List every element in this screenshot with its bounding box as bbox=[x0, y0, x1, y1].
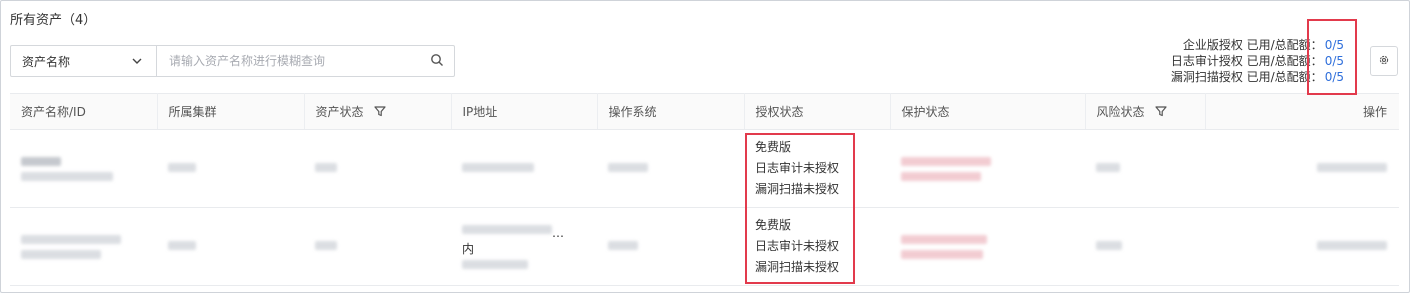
cell-os bbox=[597, 207, 744, 286]
cell-cluster bbox=[157, 207, 304, 286]
redacted-text bbox=[901, 234, 987, 244]
search-button[interactable] bbox=[420, 46, 454, 76]
gear-icon bbox=[1378, 54, 1390, 69]
column-header-cluster: 所属集群 bbox=[157, 93, 305, 130]
license-label: 企业版授权 已用/总配额： bbox=[1182, 38, 1323, 52]
column-header-ip: IP地址 bbox=[451, 93, 598, 130]
cell-asset-status bbox=[304, 207, 451, 286]
license-quota-block: 企业版授权 已用/总配额： 0/5 日志审计授权 已用/总配额： 0/5 漏洞扫描授… bbox=[1171, 37, 1344, 85]
chevron-down-icon bbox=[130, 54, 144, 68]
auth-status-line: 免费版 bbox=[755, 218, 792, 232]
column-settings-button[interactable] bbox=[1370, 46, 1398, 76]
license-label: 漏洞扫描授权 已用/总配额： bbox=[1170, 70, 1323, 84]
cell-cluster bbox=[157, 129, 304, 208]
column-header-asset-name: 资产名称/ID bbox=[10, 93, 158, 130]
redacted-text bbox=[608, 162, 648, 172]
redacted-text bbox=[1096, 162, 1120, 172]
column-header-actions: 操作 bbox=[1205, 93, 1399, 130]
filter-icon[interactable] bbox=[1154, 104, 1168, 118]
license-row-vuln-scan: 漏洞扫描授权 已用/总配额： 0/5 bbox=[1171, 69, 1344, 85]
search-icon bbox=[430, 53, 444, 70]
cell-protection-status bbox=[890, 129, 1085, 208]
auth-status-line: 日志审计未授权 bbox=[755, 161, 840, 175]
column-header-risk-status: 风险状态 bbox=[1085, 93, 1206, 130]
cell-protection-status bbox=[890, 207, 1085, 286]
cell-actions[interactable] bbox=[1205, 207, 1399, 286]
column-header-label: 资产状态 bbox=[315, 105, 364, 119]
ip-partial-text: 内 bbox=[462, 241, 475, 256]
redacted-text bbox=[462, 224, 552, 234]
cell-ip: … 内 bbox=[451, 207, 597, 286]
table-row: 免费版 日志审计未授权 漏洞扫描未授权 bbox=[10, 129, 1399, 208]
redacted-text bbox=[1317, 240, 1387, 250]
redacted-text bbox=[901, 249, 983, 259]
column-header-label: 风险状态 bbox=[1096, 105, 1145, 119]
table-row: … 内 免费版 日志审计未授权 漏洞扫描未授权 bbox=[10, 207, 1399, 286]
redacted-text bbox=[168, 162, 196, 172]
column-header-os: 操作系统 bbox=[597, 93, 745, 130]
ip-partial-text: … bbox=[552, 225, 564, 240]
redacted-text bbox=[1317, 162, 1387, 172]
column-header-asset-status: 资产状态 bbox=[304, 93, 452, 130]
redacted-text bbox=[21, 249, 101, 259]
auth-status-line: 漏洞扫描未授权 bbox=[755, 182, 840, 196]
redacted-text bbox=[462, 259, 528, 269]
cell-auth-status: 免费版 日志审计未授权 漏洞扫描未授权 bbox=[744, 129, 890, 208]
redacted-text bbox=[315, 240, 337, 250]
cell-asset-name[interactable] bbox=[10, 207, 157, 286]
auth-status-line: 免费版 bbox=[755, 140, 792, 154]
cell-asset-name[interactable] bbox=[10, 129, 157, 208]
license-value-link[interactable]: 0/5 bbox=[1325, 54, 1344, 68]
redacted-text bbox=[1096, 240, 1122, 250]
redacted-text bbox=[21, 234, 121, 244]
redacted-text bbox=[901, 171, 981, 181]
redacted-text bbox=[168, 240, 196, 250]
license-row-enterprise: 企业版授权 已用/总配额： 0/5 bbox=[1171, 37, 1344, 53]
filter-icon[interactable] bbox=[373, 104, 387, 118]
license-label: 日志审计授权 已用/总配额： bbox=[1170, 54, 1323, 68]
column-header-protection-status: 保护状态 bbox=[890, 93, 1086, 130]
auth-status-line: 漏洞扫描未授权 bbox=[755, 260, 840, 274]
cell-os bbox=[597, 129, 744, 208]
cell-auth-status: 免费版 日志审计未授权 漏洞扫描未授权 bbox=[744, 207, 890, 286]
redacted-text bbox=[462, 162, 534, 172]
asset-table: 资产名称/ID 所属集群 资产状态 IP地址 操作系统 授权状态 保护状态 风险… bbox=[10, 93, 1399, 286]
redacted-text bbox=[315, 162, 337, 172]
table-header-row: 资产名称/ID 所属集群 资产状态 IP地址 操作系统 授权状态 保护状态 风险… bbox=[10, 93, 1399, 130]
search-input[interactable] bbox=[157, 46, 420, 76]
redacted-text bbox=[21, 156, 61, 166]
cell-risk-status bbox=[1085, 207, 1205, 286]
auth-status-line: 日志审计未授权 bbox=[755, 239, 840, 253]
license-value-link[interactable]: 0/5 bbox=[1325, 38, 1344, 52]
redacted-text bbox=[608, 240, 638, 250]
column-header-auth-status: 授权状态 bbox=[744, 93, 891, 130]
cell-ip bbox=[451, 129, 597, 208]
license-row-log-audit: 日志审计授权 已用/总配额： 0/5 bbox=[1171, 53, 1344, 69]
license-value-link[interactable]: 0/5 bbox=[1325, 70, 1344, 84]
page-title: 所有资产（4） bbox=[10, 13, 97, 28]
redacted-text bbox=[901, 156, 991, 166]
cell-risk-status bbox=[1085, 129, 1205, 208]
cell-actions[interactable] bbox=[1205, 129, 1399, 208]
search-field-select-value: 资产名称 bbox=[22, 54, 71, 69]
search-group: 资产名称 bbox=[10, 45, 455, 77]
redacted-text bbox=[21, 171, 113, 181]
cell-asset-status bbox=[304, 129, 451, 208]
search-field-select[interactable]: 资产名称 bbox=[11, 46, 157, 76]
